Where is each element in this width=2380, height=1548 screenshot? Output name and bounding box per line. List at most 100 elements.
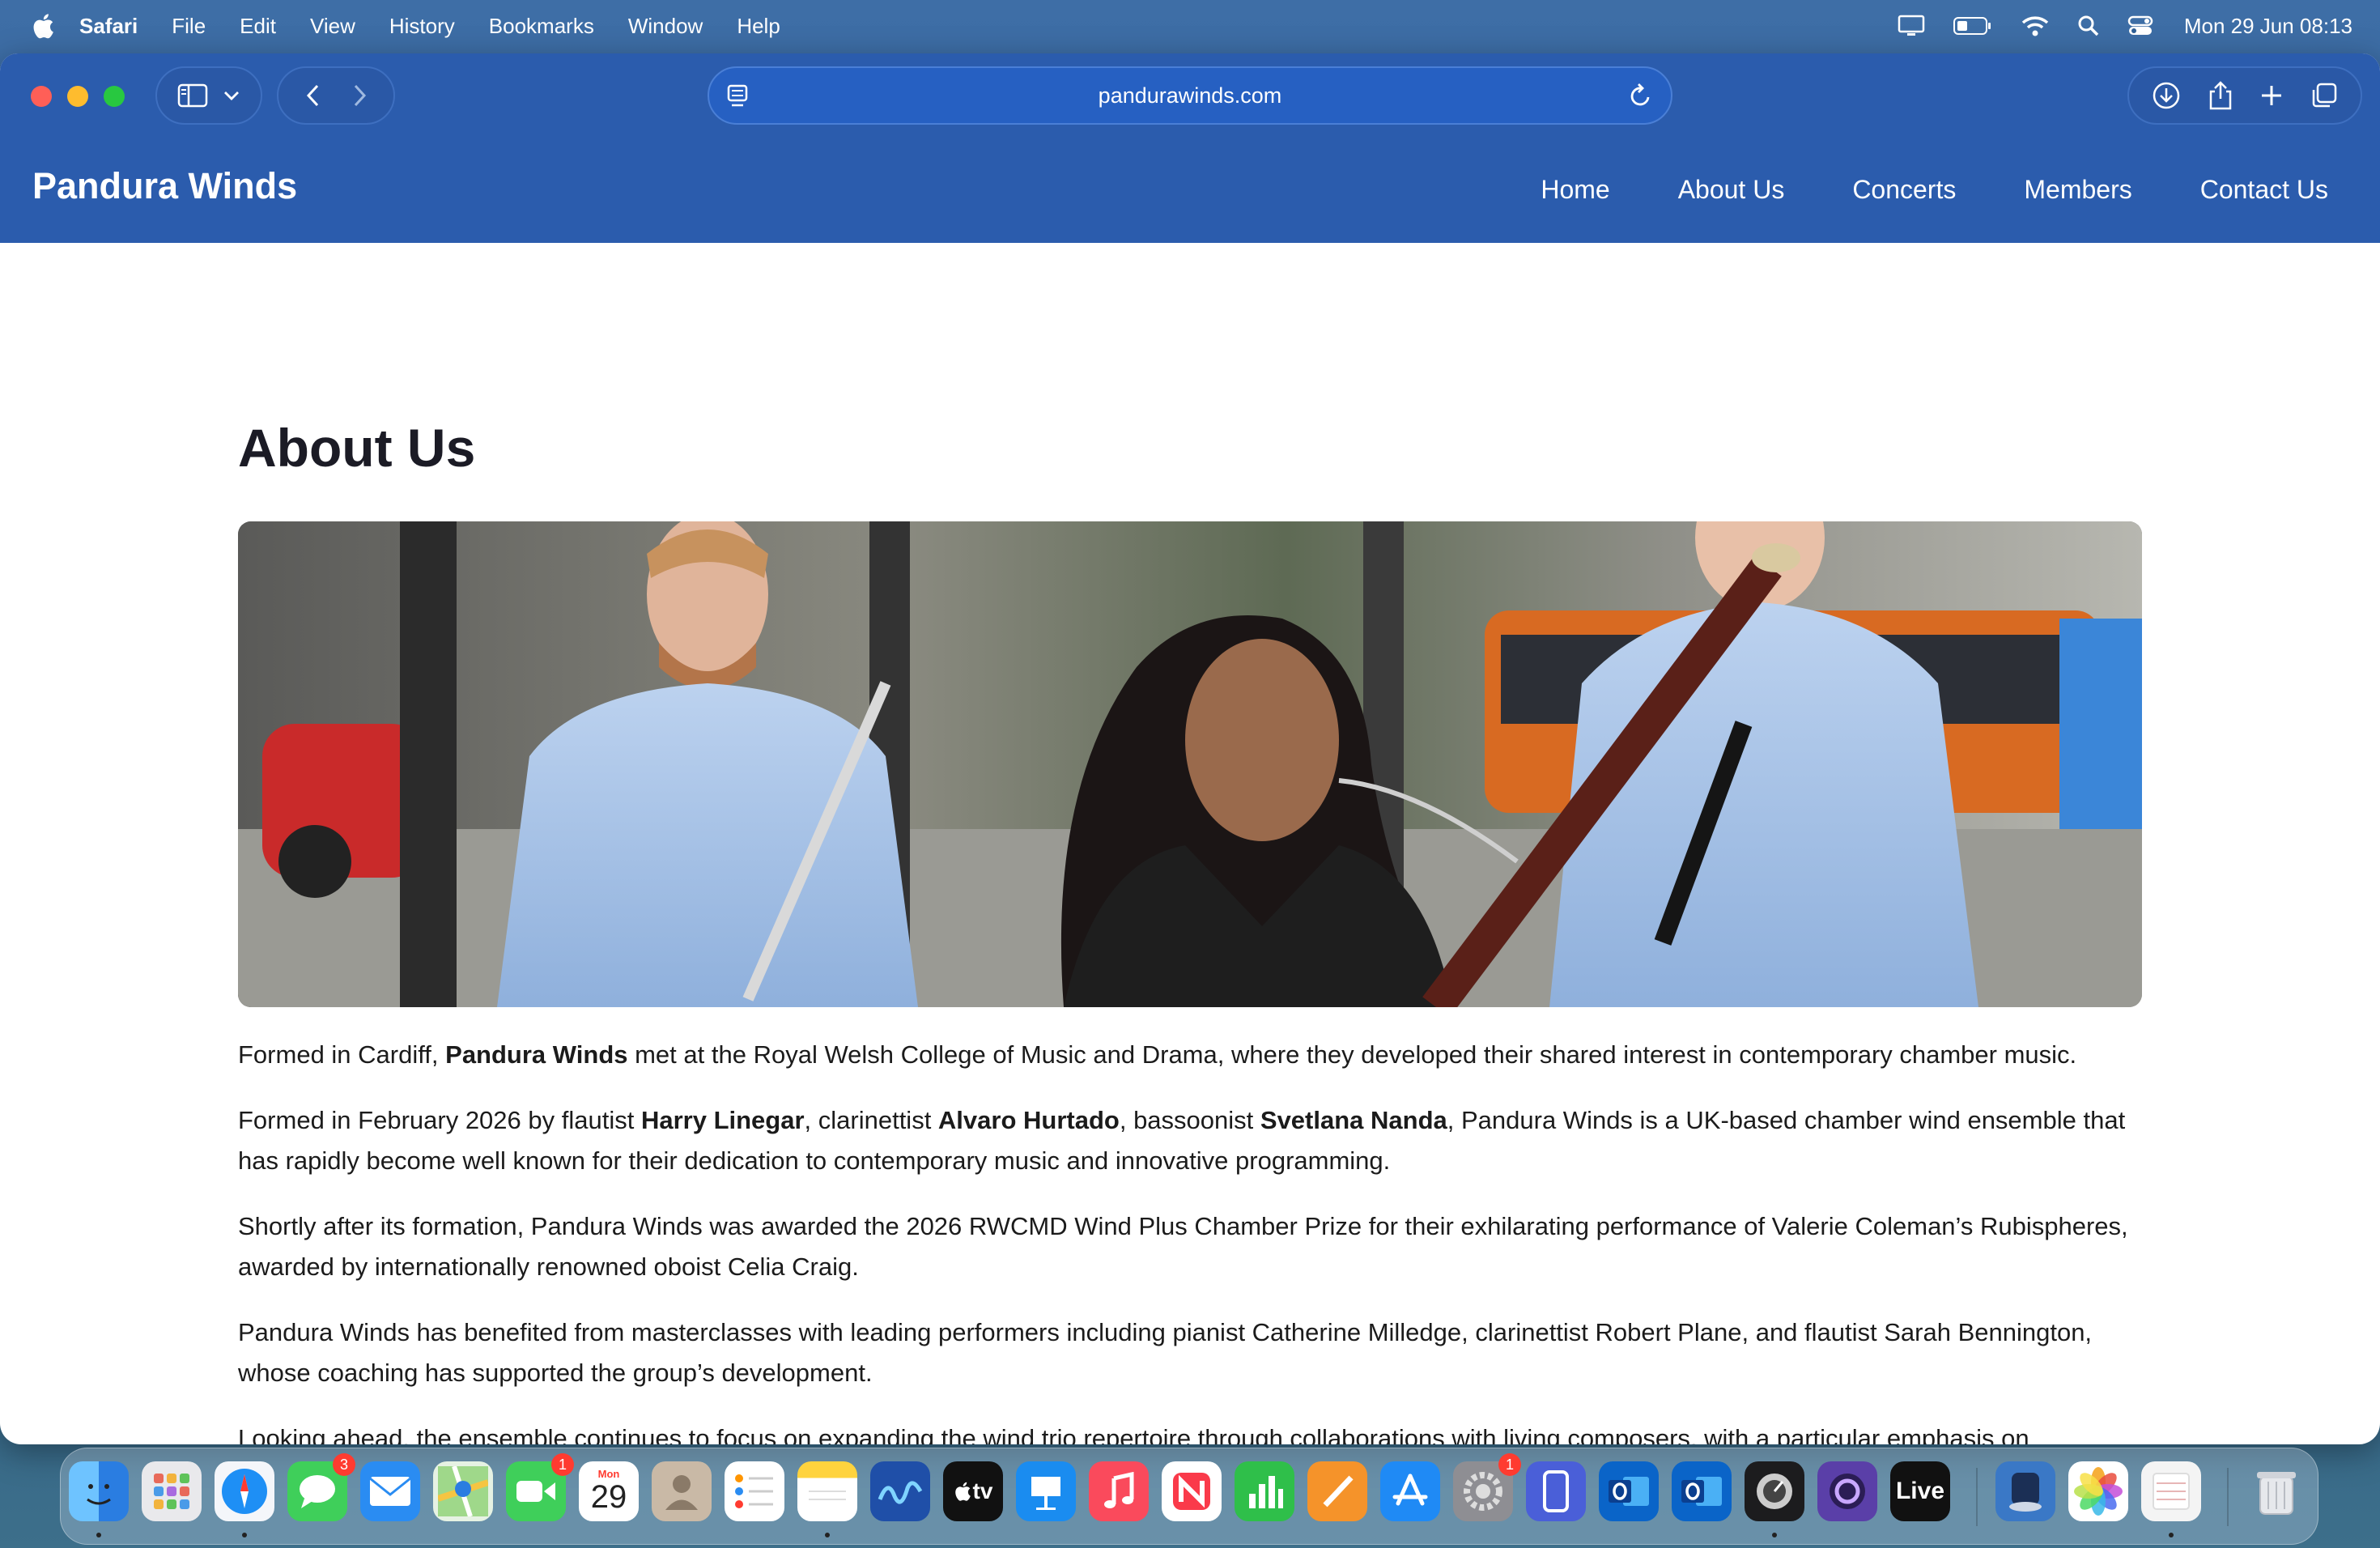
- about-paragraph-5: Looking ahead, the ensemble continues to…: [238, 1424, 2029, 1444]
- zoom-window-button[interactable]: [104, 86, 125, 107]
- freeform-app-icon[interactable]: [870, 1461, 930, 1521]
- tab-overview-icon[interactable]: [2310, 82, 2338, 109]
- spotlight-search-icon[interactable]: [2077, 15, 2100, 37]
- back-icon[interactable]: [305, 83, 321, 108]
- preview-app-icon[interactable]: [2141, 1461, 2201, 1521]
- menu-bar: Safari File Edit View History Bookmarks …: [0, 0, 2380, 52]
- nav-link-contact[interactable]: Contact Us: [2200, 175, 2328, 205]
- wifi-icon[interactable]: [2021, 15, 2050, 37]
- minimize-window-button[interactable]: [67, 86, 88, 107]
- maps-app-icon[interactable]: [433, 1461, 493, 1521]
- ensemble-name-bold: Pandura Winds: [445, 1040, 628, 1069]
- nav-link-members[interactable]: Members: [2024, 175, 2131, 205]
- logic-pro-app-icon[interactable]: [1745, 1461, 1804, 1521]
- trash-icon[interactable]: [2246, 1461, 2306, 1521]
- sidebar-toggle-group: [155, 66, 262, 125]
- reminders-app-icon[interactable]: [725, 1461, 784, 1521]
- news-app-icon[interactable]: [1162, 1461, 1222, 1521]
- control-center-icon[interactable]: [2127, 15, 2153, 37]
- dock-separator: [2227, 1468, 2229, 1526]
- outlook-app-icon-2[interactable]: [1672, 1461, 1732, 1521]
- dock: 3 1 Mon 29 tv 1 Live: [60, 1448, 2318, 1545]
- finder-app-icon[interactable]: [69, 1461, 129, 1521]
- running-indicator: [825, 1533, 830, 1537]
- running-indicator: [2169, 1533, 2174, 1537]
- nav-link-about[interactable]: About Us: [1678, 175, 1785, 205]
- migration-assistant-app-icon[interactable]: [1995, 1461, 2055, 1521]
- safari-app-icon[interactable]: [215, 1461, 274, 1521]
- member-name-flute: Harry Linegar: [640, 1106, 805, 1134]
- para-2-text-c: , clarinettist: [804, 1106, 938, 1134]
- outlook-app-icon[interactable]: [1599, 1461, 1659, 1521]
- share-icon[interactable]: [2208, 80, 2233, 111]
- tv-label: tv: [972, 1478, 993, 1503]
- pages-app-icon[interactable]: [1307, 1461, 1367, 1521]
- site-title[interactable]: Pandura Winds: [32, 165, 297, 207]
- apple-logo-icon[interactable]: [31, 12, 55, 40]
- para-2-text-a: Formed in February 2026 by flautist: [238, 1106, 641, 1134]
- chevron-down-icon[interactable]: [223, 90, 240, 101]
- system-settings-badge: 1: [1498, 1453, 1521, 1476]
- calendar-app-icon[interactable]: Mon 29: [579, 1461, 639, 1521]
- menu-history[interactable]: History: [389, 14, 455, 39]
- site-header: Pandura Winds Home About Us Concerts Mem…: [0, 136, 2380, 243]
- facetime-badge: 1: [551, 1453, 574, 1476]
- calendar-day-label: 29: [590, 1479, 627, 1515]
- battery-icon[interactable]: [1953, 15, 1993, 36]
- para-1-text-a: Formed in Cardiff,: [238, 1040, 446, 1069]
- dock-separator: [1976, 1468, 1978, 1526]
- new-tab-icon[interactable]: [2259, 83, 2284, 108]
- menu-file[interactable]: File: [172, 14, 206, 39]
- page-heading: About Us: [238, 418, 476, 478]
- menu-view[interactable]: View: [310, 14, 355, 39]
- nav-link-concerts[interactable]: Concerts: [1852, 175, 1956, 205]
- browser-toolbar: pandurawinds.com: [0, 53, 2380, 136]
- menu-edit[interactable]: Edit: [240, 14, 276, 39]
- menu-window[interactable]: Window: [628, 14, 703, 39]
- nav-link-home[interactable]: Home: [1541, 175, 1609, 205]
- menu-bookmarks[interactable]: Bookmarks: [489, 14, 594, 39]
- forward-icon[interactable]: [351, 83, 368, 108]
- member-name-bassoon: Svetlana Nanda: [1260, 1106, 1447, 1134]
- screen-recorder-app-icon[interactable]: [1817, 1461, 1877, 1521]
- url-text[interactable]: pandurawinds.com: [709, 68, 1671, 123]
- status-area: Mon 29 Jun 08:13: [1898, 0, 2352, 52]
- messages-badge: 3: [333, 1453, 355, 1476]
- site-nav: Home About Us Concerts Members Contact U…: [1541, 136, 2328, 243]
- reload-icon[interactable]: [1629, 83, 1653, 108]
- running-indicator: [1772, 1533, 1777, 1537]
- safari-window: pandurawinds.com Pandura Winds Home Abou…: [0, 53, 2380, 1444]
- para-1-text-c: met at the Royal Welsh College of Music …: [627, 1040, 2077, 1069]
- music-app-icon[interactable]: [1089, 1461, 1149, 1521]
- member-name-clarinet: Alvaro Hurtado: [937, 1106, 1120, 1134]
- about-paragraph-4: Pandura Winds has benefited from masterc…: [238, 1318, 2093, 1387]
- tv-app-icon[interactable]: tv: [943, 1461, 1003, 1521]
- downloads-icon[interactable]: [2152, 81, 2181, 110]
- ableton-live-app-icon[interactable]: Live: [1890, 1461, 1950, 1521]
- close-window-button[interactable]: [31, 86, 52, 107]
- menu-app-safari[interactable]: Safari: [79, 14, 138, 39]
- ensemble-photo: [238, 521, 2142, 1007]
- about-paragraph-2: Formed in February 2026 by flautist Harr…: [238, 1100, 2142, 1181]
- notes-app-icon[interactable]: [797, 1461, 857, 1521]
- toolbar-actions-group: [2127, 66, 2362, 125]
- calendar-month-label: Mon: [597, 1468, 620, 1480]
- para-2-text-e: , bassoonist: [1119, 1106, 1260, 1134]
- app-store-app-icon[interactable]: [1380, 1461, 1440, 1521]
- iphone-mirroring-app-icon[interactable]: [1526, 1461, 1586, 1521]
- launchpad-app-icon[interactable]: [142, 1461, 202, 1521]
- menu-help[interactable]: Help: [737, 14, 780, 39]
- numbers-app-icon[interactable]: [1235, 1461, 1294, 1521]
- display-icon[interactable]: [1898, 15, 1925, 37]
- photos-app-icon[interactable]: [2068, 1461, 2128, 1521]
- history-nav-group: [277, 66, 395, 125]
- keynote-app-icon[interactable]: [1016, 1461, 1076, 1521]
- menubar-clock[interactable]: Mon 29 Jun 08:13: [2184, 14, 2352, 39]
- running-indicator: [242, 1533, 247, 1537]
- sidebar-icon[interactable]: [177, 83, 208, 108]
- about-paragraph-1: Formed in Cardiff, Pandura Winds met at …: [238, 1035, 2142, 1075]
- mail-app-icon[interactable]: [360, 1461, 420, 1521]
- address-bar[interactable]: pandurawinds.com: [708, 66, 1672, 125]
- contacts-app-icon[interactable]: [652, 1461, 712, 1521]
- about-paragraph-3: Shortly after its formation, Pandura Win…: [238, 1212, 2128, 1281]
